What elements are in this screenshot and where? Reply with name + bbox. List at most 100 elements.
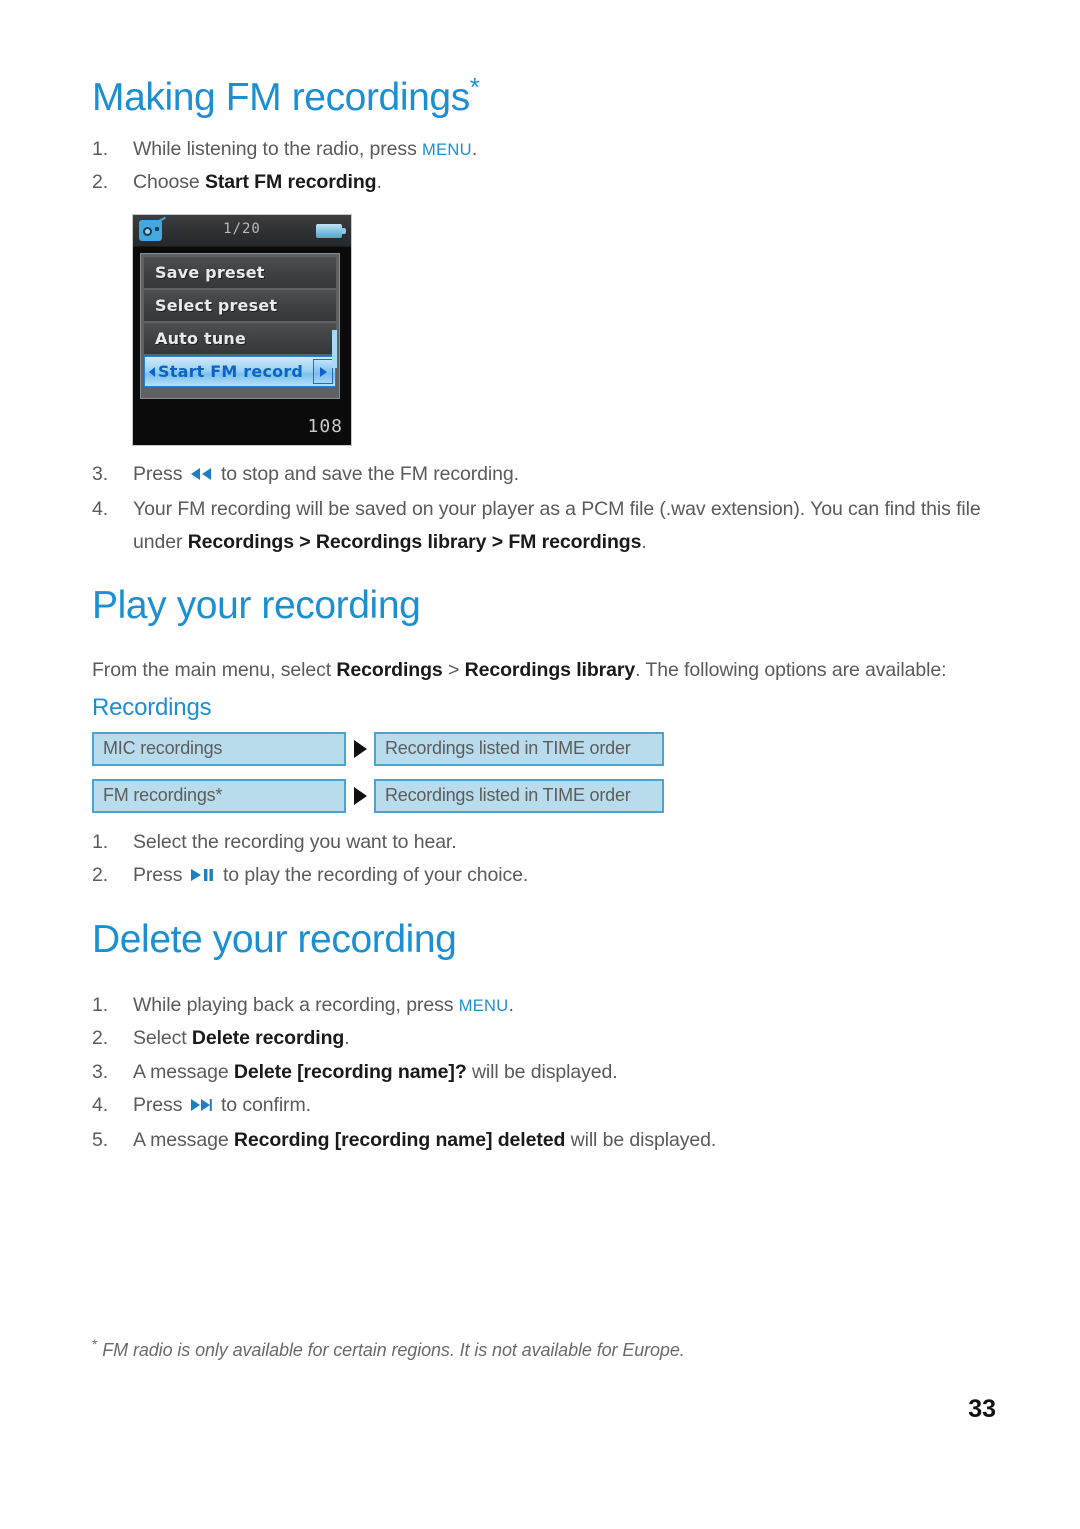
document-page: Making FM recordings* 1. While listening… — [0, 0, 1080, 1529]
step-text-bold: Recording [recording name] deleted — [233, 1128, 566, 1151]
list-number: 1. — [92, 993, 109, 1016]
device-screenshot-figure: 1/20 Save preset Select preset Auto tune… — [132, 214, 352, 446]
device-scrollbar — [332, 330, 337, 368]
intro-text: From the main menu, select — [92, 658, 337, 681]
heading-text: Making FM recordings — [92, 76, 470, 119]
step-text-tail: . — [344, 1027, 350, 1050]
recordings-flow-diagram: MIC recordings Recordings listed in TIME… — [92, 731, 992, 813]
flow-box-fm-recordings: FM recordings* — [92, 778, 346, 813]
step-text-tail: to play the recording of your choice. — [217, 864, 529, 887]
step-text: A message — [133, 1060, 234, 1083]
list-item: 4. Press to confirm. — [92, 1089, 992, 1124]
list-number: 1. — [92, 137, 109, 160]
step-text: While playing back a recording, press — [133, 993, 459, 1016]
device-menu-item-label: Auto tune — [155, 329, 247, 348]
step-text-bold: Start FM recording — [204, 171, 377, 194]
device-menu-item: Select preset — [144, 290, 336, 321]
step-text-tail: to stop and save the FM recording. — [215, 463, 519, 485]
intro-bold-recordings: Recordings — [336, 658, 443, 681]
flow-arrow-icon — [346, 739, 374, 758]
list-item: 3. A message Delete [recording name]? wi… — [92, 1056, 992, 1090]
intro-bold-recordings-library: Recordings library — [464, 658, 636, 681]
list-item: 1. While playing back a recording, press… — [92, 989, 992, 1023]
page-content: Making FM recordings* 1. While listening… — [92, 74, 992, 1158]
list-number: 3. — [92, 1060, 109, 1083]
chevron-left-icon — [149, 366, 155, 377]
step-text-bold: Recordings > Recordings library > FM rec… — [187, 531, 642, 554]
flow-box-mic-order: Recordings listed in TIME order — [374, 731, 664, 766]
flow-row: FM recordings* Recordings listed in TIME… — [92, 778, 992, 813]
heading-asterisk: * — [469, 72, 480, 102]
chevron-right-button-icon — [313, 359, 333, 384]
menu-keyword: MENU — [458, 996, 509, 1015]
fast-forward-icon — [190, 1090, 212, 1124]
list-item: 4. Your FM recording will be saved on yo… — [92, 493, 992, 560]
flow-box-fm-order: Recordings listed in TIME order — [374, 778, 664, 813]
list-item: 2. Choose Start FM recording. — [92, 166, 992, 200]
list-item: 1. Select the recording you want to hear… — [92, 826, 992, 860]
list-number: 2. — [92, 171, 109, 194]
play-pause-icon — [190, 860, 214, 894]
heading-text: Play your recording — [92, 583, 421, 627]
device-menu-item-label: Start FM record — [158, 362, 304, 381]
list-item: 1. While listening to the radio, press M… — [92, 133, 992, 167]
step-text: While listening to the radio, press — [133, 137, 423, 160]
step-text: Select the recording you want to hear. — [133, 830, 457, 853]
list-number: 3. — [92, 463, 109, 485]
flow-box-mic-recordings: MIC recordings — [92, 731, 346, 766]
list-item: 3. Press to stop and save the FM recordi… — [92, 458, 992, 493]
list-item: 5. A message Recording [recording name] … — [92, 1124, 992, 1158]
menu-keyword: MENU — [422, 140, 472, 159]
rewind-icon — [190, 459, 212, 493]
list-number: 1. — [92, 830, 109, 853]
device-menu-item: Auto tune — [144, 323, 336, 354]
steps-play-your-recording: 1. Select the recording you want to hear… — [92, 826, 992, 894]
step-text-tail: . — [641, 531, 647, 554]
device-menu-item-label: Select preset — [155, 296, 278, 315]
footnote-asterisk: * — [92, 1336, 98, 1352]
list-number: 2. — [92, 1027, 109, 1050]
device-menu-item: Save preset — [144, 257, 336, 288]
step-text-tail: will be displayed. — [466, 1060, 618, 1083]
step-text-bold: Delete [recording name]? — [233, 1060, 467, 1083]
step-text: A message — [133, 1128, 234, 1151]
heading-play-your-recording: Play your recording — [92, 583, 992, 627]
step-text: Select — [133, 1027, 192, 1050]
step-text-tail: . — [471, 137, 478, 160]
list-item: 2. Press to play the recording of your c… — [92, 859, 992, 894]
step-text: Press — [133, 1094, 188, 1117]
device-frequency-readout: 108 — [307, 416, 343, 437]
list-number: 2. — [92, 864, 109, 887]
step-text-tail: . — [508, 993, 514, 1016]
steps-making-fm-recordings: 1. While listening to the radio, press M… — [92, 133, 992, 200]
step-text-tail: . — [376, 171, 382, 194]
list-number: 4. — [92, 497, 109, 520]
battery-icon — [316, 224, 346, 238]
flow-arrow-icon — [346, 786, 374, 805]
heading-making-fm-recordings: Making FM recordings* — [92, 74, 992, 119]
step-text: Press — [133, 463, 188, 485]
device-menu-item-selected: Start FM record — [144, 356, 336, 387]
footnote-text: FM radio is only available for certain r… — [102, 1340, 685, 1360]
heading-delete-your-recording: Delete your recording — [92, 917, 992, 961]
footnote: * FM radio is only available for certain… — [92, 1336, 685, 1361]
step-text-tail: to confirm. — [215, 1094, 311, 1117]
step-text-tail: will be displayed. — [565, 1128, 717, 1151]
step-text: Press — [133, 864, 188, 887]
subheading-recordings: Recordings — [92, 693, 212, 721]
heading-text: Delete your recording — [92, 917, 457, 961]
intro-separator: > — [442, 658, 465, 681]
device-status-bar: 1/20 — [133, 215, 351, 247]
step-text: Choose — [133, 171, 205, 194]
list-number: 4. — [92, 1094, 109, 1117]
list-item: 2. Select Delete recording. — [92, 1022, 992, 1056]
flow-row: MIC recordings Recordings listed in TIME… — [92, 731, 992, 766]
play-intro-paragraph: From the main menu, select Recordings > … — [92, 655, 992, 686]
step-text-bold: Delete recording — [191, 1027, 345, 1050]
device-menu-item-label: Save preset — [155, 263, 265, 282]
steps-delete-your-recording: 1. While playing back a recording, press… — [92, 989, 992, 1158]
list-number: 5. — [92, 1128, 109, 1151]
page-number: 33 — [968, 1395, 996, 1423]
device-menu-list: Save preset Select preset Auto tune Star… — [140, 253, 340, 399]
intro-text-tail: . The following options are available: — [635, 658, 947, 681]
